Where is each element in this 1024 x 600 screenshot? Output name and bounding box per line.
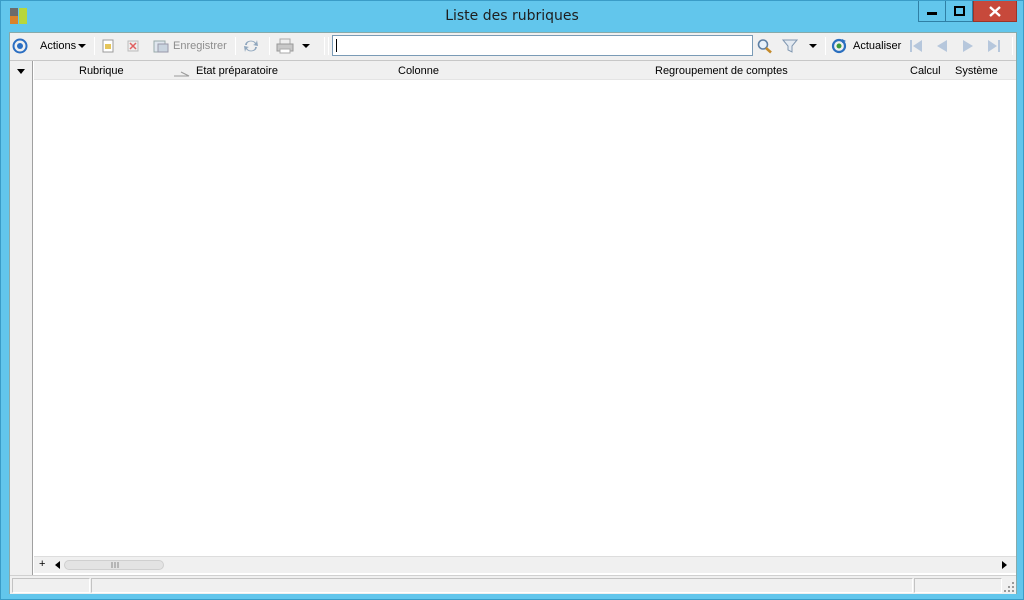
horizontal-scrollbar[interactable]: + — [34, 556, 1016, 573]
last-page-button[interactable] — [986, 36, 1002, 56]
grip-icon — [111, 562, 119, 568]
refresh-label: Actualiser — [853, 40, 902, 52]
data-grid: Rubrique Etat préparatoire Colonne Regro… — [10, 60, 1016, 576]
actions-label: Actions — [40, 40, 77, 52]
filter-button[interactable] — [782, 36, 817, 56]
toolbar-separator — [269, 37, 270, 55]
sort-indicator-icon — [174, 71, 190, 77]
toolbar-separator — [235, 37, 236, 55]
column-header-calcul[interactable]: Calcul — [910, 65, 941, 77]
previous-page-icon — [937, 40, 947, 52]
window-title: Liste des rubriques — [445, 8, 579, 24]
client-area: Actions Enregistrer Actualiser Rubrique … — [9, 32, 1017, 594]
status-pane — [914, 578, 1002, 593]
home-circle-icon — [12, 38, 28, 54]
save-icon — [153, 40, 169, 53]
scrollbar-thumb[interactable] — [64, 560, 164, 570]
close-button[interactable] — [973, 1, 1017, 22]
status-pane — [91, 578, 913, 593]
delete-button[interactable] — [126, 36, 140, 56]
column-header-systeme[interactable]: Système — [955, 65, 998, 77]
status-pane — [12, 578, 90, 593]
text-caret — [336, 39, 337, 52]
save-label: Enregistrer — [173, 40, 227, 52]
refresh-icon — [831, 38, 847, 54]
filter-icon — [782, 39, 798, 53]
home-button[interactable] — [12, 36, 28, 56]
add-row-button[interactable]: + — [39, 558, 45, 570]
toolbar-separator — [328, 37, 329, 55]
toolbar-separator — [1012, 37, 1013, 55]
row-header-column — [10, 61, 33, 576]
status-bar — [10, 575, 1016, 594]
toolbar-separator — [825, 37, 826, 55]
sync-icon — [244, 40, 258, 52]
actions-menu-button[interactable]: Actions — [40, 36, 87, 56]
sync-button[interactable] — [242, 36, 260, 56]
toolbar: Actions Enregistrer Actualiser — [10, 33, 1016, 59]
next-page-icon — [963, 40, 973, 52]
toolbar-separator — [324, 37, 325, 55]
last-page-icon — [988, 40, 1000, 52]
column-header-etat-preparatoire[interactable]: Etat préparatoire — [196, 65, 278, 77]
search-input[interactable] — [332, 35, 753, 56]
refresh-button[interactable]: Actualiser — [831, 36, 901, 56]
next-page-button[interactable] — [961, 36, 975, 56]
minimize-icon — [927, 12, 937, 15]
column-header-colonne[interactable]: Colonne — [398, 65, 439, 77]
title-bar[interactable]: Liste des rubriques — [1, 1, 1023, 31]
new-button[interactable] — [100, 36, 116, 56]
print-icon — [276, 38, 294, 54]
scroll-right-icon[interactable] — [1002, 561, 1008, 569]
toolbar-separator — [94, 37, 95, 55]
new-document-icon — [102, 39, 114, 53]
column-header-regroupement[interactable]: Regroupement de comptes — [655, 65, 788, 77]
search-button[interactable] — [756, 36, 773, 56]
previous-page-button[interactable] — [935, 36, 949, 56]
main-window: Liste des rubriques Actions Enregistrer … — [0, 0, 1024, 600]
print-button[interactable] — [276, 36, 310, 56]
chevron-down-icon[interactable] — [809, 43, 817, 49]
minimize-button[interactable] — [918, 1, 946, 22]
first-page-button[interactable] — [908, 36, 924, 56]
first-page-icon — [910, 40, 922, 52]
scroll-left-icon[interactable] — [55, 561, 61, 569]
delete-icon — [127, 40, 139, 52]
column-chooser-icon[interactable] — [16, 68, 26, 76]
chevron-down-icon[interactable] — [302, 43, 310, 49]
save-button[interactable]: Enregistrer — [152, 36, 227, 56]
column-header-rubrique[interactable]: Rubrique — [79, 65, 124, 77]
maximize-button[interactable] — [946, 1, 973, 22]
search-icon — [757, 39, 772, 54]
column-header-row: Rubrique Etat préparatoire Colonne Regro… — [34, 61, 1016, 80]
close-icon — [989, 5, 1001, 17]
grid-rows[interactable] — [34, 81, 1016, 557]
chevron-down-icon — [78, 44, 87, 48]
resize-grip-icon[interactable] — [1004, 582, 1014, 592]
maximize-icon — [953, 6, 965, 16]
